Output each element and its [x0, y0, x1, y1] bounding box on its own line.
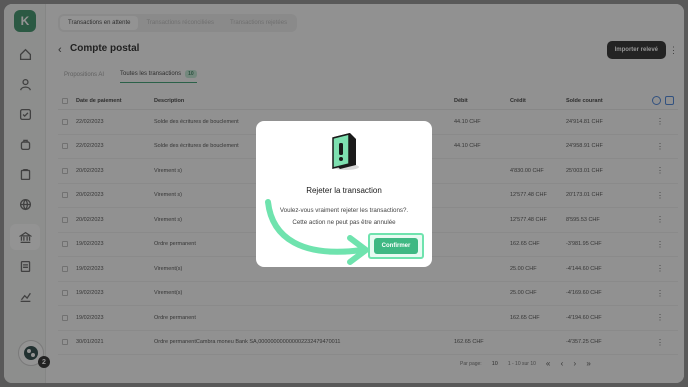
pointer-arrow-icon — [265, 199, 369, 265]
warning-illustration-icon — [332, 133, 359, 170]
modal-title: Rejeter la transaction — [306, 186, 382, 195]
